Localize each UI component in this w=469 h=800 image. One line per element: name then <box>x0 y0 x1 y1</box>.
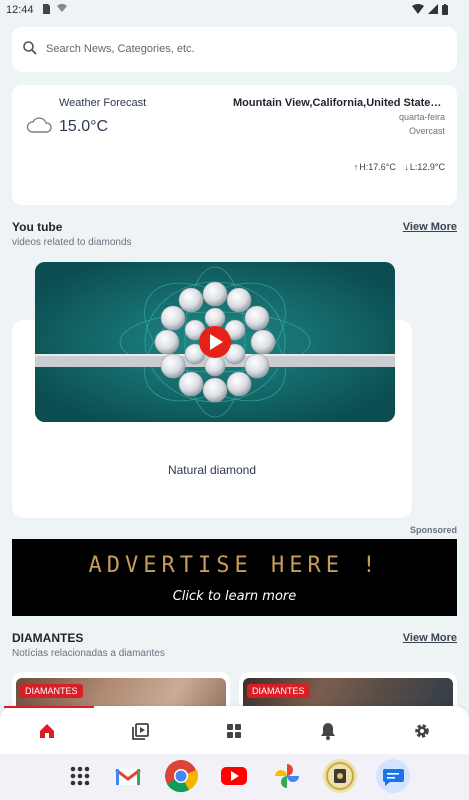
weather-card: Weather Forecast 15.0°C Mountain View,Ca… <box>12 85 457 205</box>
category-badge: DIAMANTES <box>20 684 83 698</box>
photos-icon[interactable] <box>269 758 305 794</box>
category-badge: DIAMANTES <box>247 684 310 698</box>
weather-location: Mountain View,California,United States o… <box>233 97 445 109</box>
cloud-icon <box>26 116 52 139</box>
ad-headline: ADVERTISE HERE ! <box>88 553 381 578</box>
weather-high: H:17.6°C <box>359 162 396 172</box>
weather-high-low: ↑H:17.6°C ↓L:12.9°C <box>348 162 445 172</box>
advertisement-banner[interactable]: ADVERTISE HERE ! Click to learn more <box>12 539 457 616</box>
gear-icon[interactable] <box>411 720 433 742</box>
app-drawer-icon[interactable] <box>62 758 98 794</box>
weather-condition: Overcast <box>408 126 445 136</box>
search-bar[interactable] <box>12 27 457 72</box>
ad-cta: Click to learn more <box>172 589 297 604</box>
weather-title: Weather Forecast <box>59 97 147 109</box>
grid-icon[interactable] <box>223 720 245 742</box>
weather-temperature: 15.0°C <box>59 118 109 135</box>
weather-day: quarta-feira <box>398 112 445 122</box>
gmail-icon[interactable] <box>110 758 146 794</box>
video-thumbnail[interactable] <box>35 262 395 422</box>
search-icon <box>22 40 38 61</box>
battery-icon <box>442 4 448 18</box>
active-tab-indicator <box>4 706 94 708</box>
system-dock <box>0 754 469 800</box>
diamantes-section-title: DIAMANTES <box>12 631 84 645</box>
diamantes-section-subtitle: Notícias relacionadas a diamantes <box>12 648 165 659</box>
sd-card-icon <box>42 4 50 17</box>
signal-icon <box>428 4 438 17</box>
bottom-navigation <box>0 706 469 754</box>
chrome-icon[interactable] <box>163 758 199 794</box>
app-icon[interactable] <box>322 758 358 794</box>
status-time: 12:44 <box>6 4 34 16</box>
home-icon[interactable] <box>36 720 58 742</box>
diamantes-view-more-link[interactable]: View More <box>403 632 457 644</box>
arrow-up-icon: ↑ <box>353 162 359 172</box>
sponsored-label: Sponsored <box>409 525 457 535</box>
status-bar: 12:44 <box>0 0 469 20</box>
video-library-icon[interactable] <box>130 720 152 742</box>
weather-low: L:12.9°C <box>409 162 445 172</box>
notification-icon <box>56 4 68 17</box>
arrow-down-icon: ↓ <box>404 162 409 172</box>
youtube-icon[interactable] <box>216 758 252 794</box>
bell-icon[interactable] <box>317 720 339 742</box>
wifi-icon <box>412 4 424 17</box>
youtube-section-title: You tube <box>12 220 63 234</box>
video-caption: Natural diamond <box>167 463 257 477</box>
search-input[interactable] <box>46 39 441 59</box>
youtube-view-more-link[interactable]: View More <box>403 221 457 233</box>
youtube-section-subtitle: videos related to diamonds <box>12 237 132 248</box>
messages-icon[interactable] <box>375 758 411 794</box>
